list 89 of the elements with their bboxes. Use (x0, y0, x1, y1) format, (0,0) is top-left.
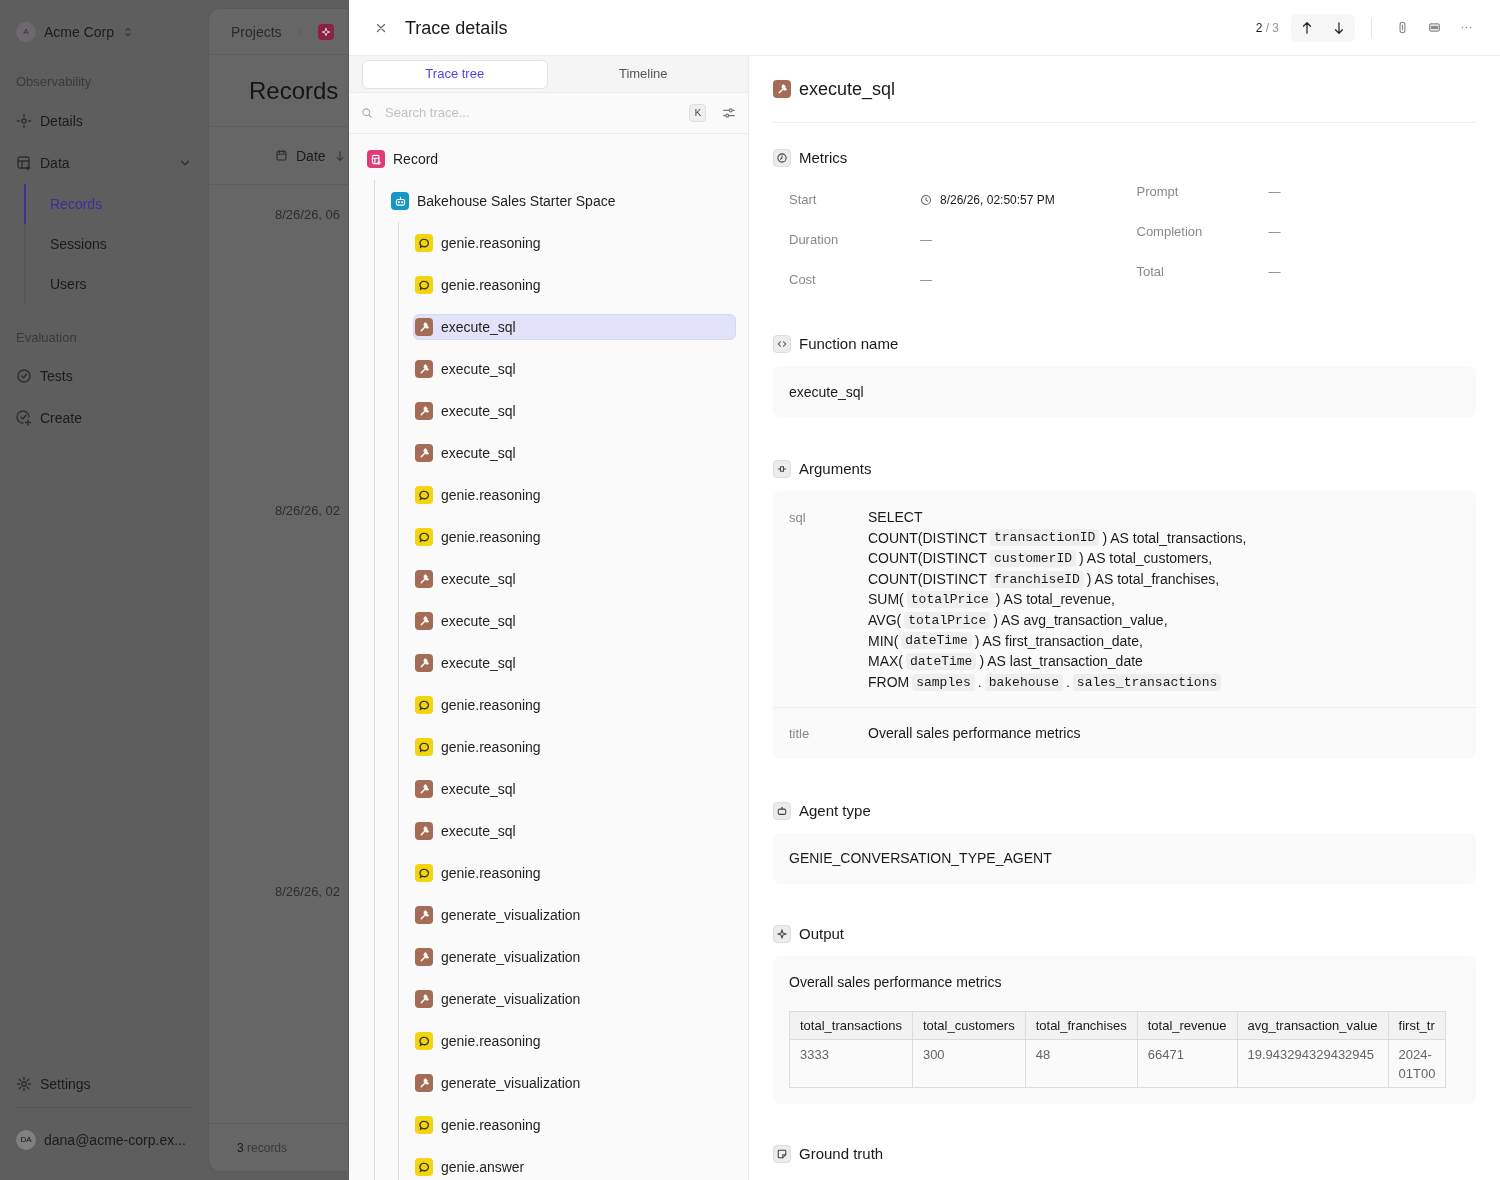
argument-name: title (789, 725, 811, 744)
metric-value: — (1268, 264, 1281, 280)
metric-value: — (920, 272, 932, 288)
metric-label: Completion (1136, 223, 1204, 242)
table-cell: 300 (912, 1039, 1026, 1088)
tree-item[interactable]: generate_visualization (413, 986, 736, 1012)
argument-value: Overall sales performance metrics (868, 724, 1081, 744)
check-plus-icon (16, 410, 32, 426)
tree-item[interactable]: execute_sql (413, 776, 736, 802)
tree-item[interactable]: genie.answer (413, 1154, 736, 1180)
tab[interactable]: Trace tree (362, 59, 548, 89)
metric-value: 8/26/26, 02:50:57 PM (920, 192, 1055, 208)
metric-value: — (1268, 184, 1281, 200)
metric-label: Start (789, 191, 818, 210)
tree-item[interactable]: genie.reasoning (413, 692, 736, 718)
calendar-icon (275, 149, 288, 162)
org-name: Acme Corp (44, 23, 115, 42)
target-icon (16, 112, 32, 129)
argument-name: sql (789, 509, 807, 527)
section-title: Function name (799, 333, 899, 354)
tree-item[interactable]: execute_sql (413, 818, 736, 844)
tree-item[interactable]: execute_sql (413, 650, 736, 676)
user-avatar: DA (16, 1130, 36, 1150)
tree-item[interactable]: genie.reasoning (413, 1028, 736, 1054)
tree-item[interactable]: Bakehouse Sales Starter Space (389, 188, 736, 214)
tree-item[interactable]: genie.reasoning (413, 860, 736, 886)
drawer-title: Trace details (405, 16, 508, 40)
detail-title: execute_sql (799, 78, 896, 102)
tree-item[interactable]: genie.reasoning (413, 272, 736, 298)
tree-item[interactable]: genie.reasoning (413, 524, 736, 550)
table-plus-icon (16, 154, 32, 171)
table-cell: 3333 (789, 1039, 913, 1088)
tree-item[interactable]: execute_sql (413, 566, 736, 592)
date-cell-text: 8/26/26, 02 (274, 501, 342, 520)
arrow-down-icon (333, 149, 346, 162)
tree-item[interactable]: execute_sql (413, 398, 736, 424)
shortcut-key: K (689, 103, 706, 123)
column-header: total_franchises (1025, 1011, 1138, 1040)
arrow-up-icon (1300, 20, 1314, 35)
output-caption: Overall sales performance metrics (789, 972, 1003, 992)
metric-label: Prompt (1136, 183, 1180, 202)
table-cell: 66471 (1137, 1039, 1237, 1088)
table-cell: 19.943294329432945 (1237, 1039, 1389, 1088)
metric-value: — (920, 232, 932, 248)
tab[interactable]: Timeline (551, 59, 735, 89)
column-header: total_customers (912, 1011, 1026, 1040)
column-header: total_revenue (1137, 1011, 1237, 1040)
section-title: Metrics (799, 147, 848, 168)
tree-item[interactable]: Record (365, 146, 736, 172)
column-header: first_tr (1388, 1011, 1446, 1040)
tree-item[interactable]: execute_sql (413, 314, 736, 340)
agent-type-value: GENIE_CONVERSATION_TYPE_AGENT (789, 849, 1052, 869)
check-circle-icon (16, 368, 32, 384)
search-icon (361, 107, 373, 119)
section-title: Output (799, 923, 845, 944)
metric-label: Duration (789, 231, 840, 250)
tree-item[interactable]: execute_sql (413, 608, 736, 634)
tree-item[interactable]: genie.reasoning (413, 482, 736, 508)
filter-button[interactable] (722, 106, 736, 120)
page-title: Records (249, 75, 339, 106)
tree-item[interactable]: generate_visualization (413, 902, 736, 928)
panel-icon (1427, 21, 1441, 34)
tree-item[interactable]: genie.reasoning (413, 734, 736, 760)
sliders-icon (722, 106, 736, 120)
date-cell-text: 8/26/26, 02 (274, 883, 342, 901)
metric-value: — (1268, 224, 1281, 240)
arrow-down-icon (1332, 20, 1346, 35)
section-title: Agent type (799, 800, 871, 821)
tree-item[interactable]: execute_sql (413, 356, 736, 382)
column-header: total_transactions (789, 1011, 913, 1040)
column-header: avg_transaction_value (1237, 1011, 1389, 1040)
tree-item[interactable]: generate_visualization (413, 944, 736, 970)
date-cell-text: 8/26/26, 06 (274, 206, 342, 224)
tree-item[interactable]: generate_visualization (413, 1070, 736, 1096)
tree-item[interactable]: genie.reasoning (413, 230, 736, 256)
clock-icon (920, 194, 932, 206)
settings-icon (16, 1075, 32, 1092)
function-name-value: execute_sql (789, 382, 864, 402)
table-cell: 48 (1025, 1039, 1138, 1088)
search-field[interactable]: Search trace... (385, 103, 682, 123)
section-title: Arguments (799, 458, 872, 479)
argument-value: SELECT COUNT(DISTINCT transactionID ) AS total_transactions, COUNT(DISTINCT customerID ) AS total_customers, COUNT(DISTINCT franchiseID ) AS total_franchises, SUM( totalPrice ) AS total_revenue, AVG( totalPrice ) AS avg_transaction_value, MIN( dateTime ) AS first_transaction_date, MAX( dateTime ) AS last_transaction_date FROM samples . bakehouse . sales_transactions (868, 508, 1247, 693)
section-title: Ground truth (799, 1143, 884, 1164)
table-cell: 2024- 01T00 (1388, 1039, 1446, 1088)
tree-item[interactable]: execute_sql (413, 440, 736, 466)
tree-item[interactable]: genie.reasoning (413, 1112, 736, 1138)
page-counter: 2 / 3 (1255, 19, 1279, 36)
metric-label: Total (1136, 263, 1165, 282)
metric-label: Cost (789, 271, 817, 290)
